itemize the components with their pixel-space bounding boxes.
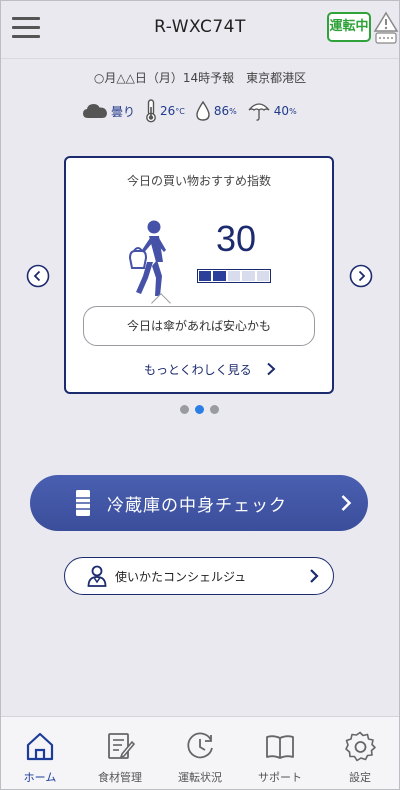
shopping-index-card[interactable]: 今日の買い物おすすめ指数 30 今日は傘があれば安心かも もっとくわしく見る: [64, 156, 334, 394]
header: R-WXC74T 運転中: [0, 0, 400, 58]
more-details-label: もっとくわしく見る: [144, 362, 252, 377]
drop-icon: [196, 100, 210, 121]
weather-temperature: 26 °C: [145, 99, 185, 123]
advice-bubble: 今日は傘があれば安心かも: [83, 306, 315, 346]
tab-settings-label: 設定: [349, 771, 371, 784]
tab-support[interactable]: サポート: [240, 717, 320, 790]
concierge-person-icon: [87, 565, 107, 587]
carousel-prev-icon[interactable]: [26, 264, 50, 288]
chevron-right-icon: [341, 495, 352, 511]
weather-rain: 40%: [247, 100, 297, 122]
shopper-icon: [128, 220, 166, 296]
temperature-value: 26: [160, 104, 176, 118]
carousel-dot[interactable]: [210, 405, 219, 414]
tab-home-label: ホーム: [23, 771, 57, 784]
umbrella-icon: [248, 103, 270, 121]
index-segment: [199, 271, 212, 281]
index-segment: [227, 271, 241, 281]
forecast-text: ○月△△日（月）14時予報 東京都港区: [93, 71, 307, 85]
notepad-icon: [108, 733, 136, 759]
card-title: 今日の買い物おすすめ指数: [126, 174, 271, 188]
header-divider: [0, 58, 400, 59]
temperature-unit: °C: [175, 106, 185, 116]
thermometer-icon: [146, 99, 156, 123]
gear-icon: [345, 731, 376, 762]
status-badge: 運転中: [327, 12, 371, 42]
rain-unit: %: [289, 106, 297, 116]
index-segment: [256, 271, 270, 281]
tab-operation-status[interactable]: 運転状況: [160, 717, 240, 790]
index-segment: [242, 271, 255, 281]
tab-operation-status-label: 運転状況: [178, 771, 222, 784]
cloud-icon: [83, 104, 107, 118]
index-level-bar: [197, 269, 271, 283]
rain-value: 40: [273, 104, 290, 118]
tab-home[interactable]: ホーム: [0, 717, 80, 790]
fridge-icon: [76, 490, 90, 516]
book-icon: [266, 735, 294, 759]
humidity-unit: %: [229, 106, 237, 116]
usage-concierge-label: 使いかたコンシェルジュ: [115, 569, 247, 584]
clock-icon: [187, 732, 213, 759]
alert-device-icon[interactable]: [373, 10, 399, 46]
more-details-link[interactable]: もっとくわしく見る: [144, 358, 294, 380]
home-icon: [26, 732, 54, 761]
tab-food-management-label: 食材管理: [98, 771, 142, 784]
condition-label: 曇り: [111, 104, 136, 119]
carousel-indicator: [180, 405, 219, 414]
weather-humidity: 86%: [195, 100, 237, 122]
carousel-dot[interactable]: [180, 405, 189, 414]
tab-food-management[interactable]: 食材管理: [80, 717, 160, 790]
index-value: 30: [215, 218, 257, 259]
weather-condition: 曇り: [82, 102, 135, 120]
chevron-right-icon: [310, 569, 319, 583]
fridge-check-label: 冷蔵庫の中身チェック: [107, 495, 287, 516]
weather-row: 曇り 26 °C 86% 40%: [82, 98, 307, 124]
carousel-next-icon[interactable]: [349, 264, 373, 288]
tab-support-label: サポート: [258, 771, 302, 784]
chevron-right-icon: [266, 362, 276, 376]
fridge-check-button[interactable]: 冷蔵庫の中身チェック: [30, 475, 368, 531]
index-segment: [213, 271, 226, 281]
carousel-dot[interactable]: [195, 405, 204, 414]
usage-concierge-button[interactable]: 使いかたコンシェルジュ: [64, 557, 334, 595]
tab-settings[interactable]: 設定: [320, 717, 400, 790]
tab-bar: ホーム 食材管理 運転状況 サポート 設定: [0, 716, 400, 790]
humidity-value: 86: [213, 104, 230, 118]
